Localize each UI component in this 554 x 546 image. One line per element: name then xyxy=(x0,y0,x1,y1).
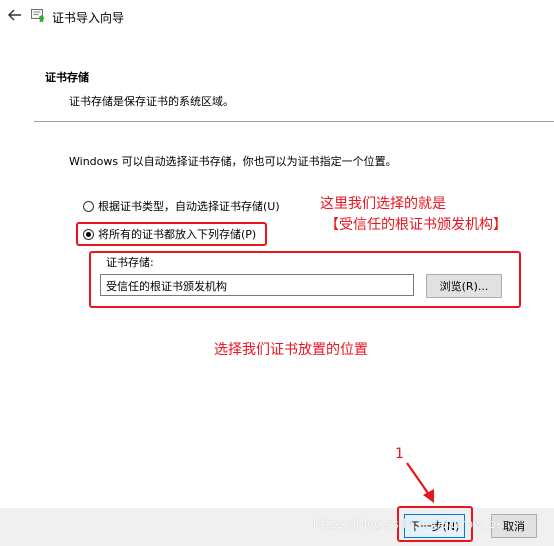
title-bar: 证书导入向导 xyxy=(0,0,554,32)
certificate-wizard-icon xyxy=(30,7,46,23)
annotation-step-number: 1 xyxy=(395,446,404,462)
back-button[interactable] xyxy=(6,6,24,24)
intro-text: Windows 可以自动选择证书存储，你也可以为证书指定一个位置。 xyxy=(69,155,397,168)
annotation-note-line1: 这里我们选择的就是 xyxy=(320,196,446,212)
annotation-box-next xyxy=(397,506,473,542)
annotation-note-location: 选择我们证书放置的位置 xyxy=(214,342,368,358)
annotation-arrow-icon xyxy=(406,462,434,503)
section-title: 证书存储 xyxy=(45,71,89,84)
section-description: 证书存储是保存证书的系统区域。 xyxy=(69,95,234,108)
radio-auto-select-store[interactable]: 根据证书类型，自动选择证书存储(U) xyxy=(83,197,280,215)
annotation-box-store xyxy=(89,251,521,308)
radio-label-auto: 根据证书类型，自动选择证书存储(U) xyxy=(98,200,280,213)
arrow-left-icon xyxy=(8,9,21,21)
annotation-note-line2: 【受信任的根证书颁发机构】 xyxy=(325,217,507,233)
radio-button-unchecked[interactable] xyxy=(83,200,94,212)
certificate-import-wizard: 证书导入向导 证书存储 证书存储是保存证书的系统区域。 Windows 可以自动… xyxy=(0,0,554,546)
window-title: 证书导入向导 xyxy=(52,11,125,25)
annotation-box-radio xyxy=(76,222,267,246)
header-divider xyxy=(34,121,554,122)
cancel-button[interactable]: 取消 xyxy=(491,514,537,538)
